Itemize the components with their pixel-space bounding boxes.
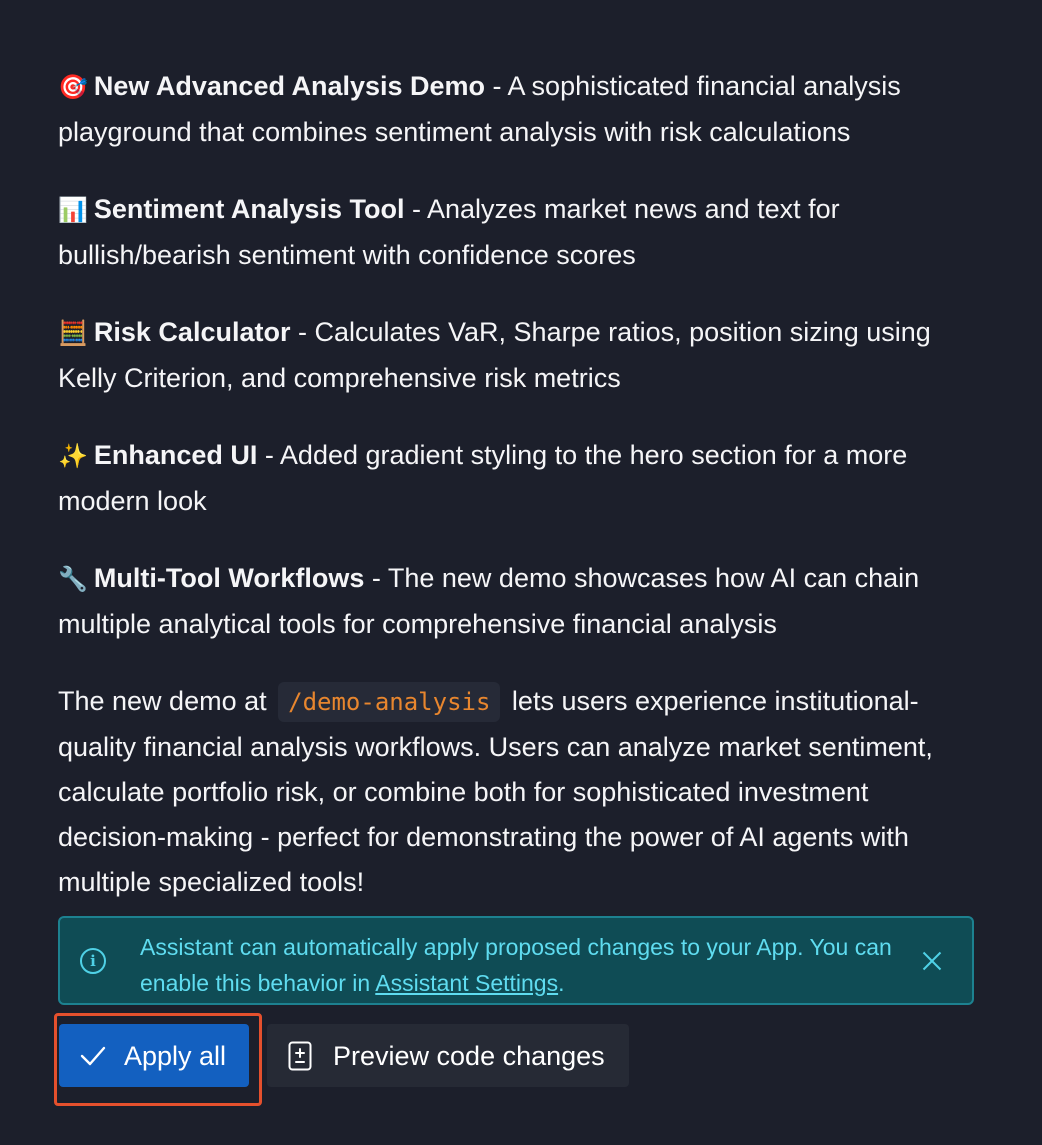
feature-title: Multi-Tool Workflows xyxy=(93,563,365,593)
feature-title: Enhanced UI xyxy=(93,440,258,470)
feature-item-risk-calculator: 🧮 Risk Calculator - Calculates VaR, Sharp… xyxy=(58,310,978,401)
checkmark-icon xyxy=(80,1046,106,1066)
close-icon[interactable] xyxy=(920,949,944,973)
feature-title: New Advanced Analysis Demo xyxy=(93,71,486,101)
auto-apply-info-banner: i Assistant can automatically apply prop… xyxy=(58,916,974,1005)
feature-item-sentiment-tool: 📊 Sentiment Analysis Tool - Analyzes mark… xyxy=(58,187,978,278)
wrench-icon: 🔧 xyxy=(58,566,88,593)
banner-text-end: . xyxy=(558,970,565,996)
abacus-icon: 🧮 xyxy=(58,320,88,347)
bar-chart-icon: 📊 xyxy=(58,197,88,224)
sparkles-icon: ✨ xyxy=(58,443,88,470)
preview-label: Preview code changes xyxy=(333,1041,605,1071)
preview-code-changes-button[interactable]: Preview code changes xyxy=(267,1024,629,1087)
banner-message: Assistant can automatically apply propos… xyxy=(140,929,900,1001)
feature-item-multi-tool: 🔧 Multi-Tool Workflows - The new demo sho… xyxy=(58,556,978,647)
apply-all-button[interactable]: Apply all xyxy=(59,1024,249,1087)
route-code: /demo-analysis xyxy=(278,682,501,722)
feature-item-advanced-demo: 🎯 New Advanced Analysis Demo - A sophisti… xyxy=(58,64,978,155)
summary-text-before: The new demo at xyxy=(58,686,275,716)
assistant-settings-link[interactable]: Assistant Settings xyxy=(375,970,558,996)
file-diff-icon xyxy=(288,1041,312,1071)
direct-hit-icon: 🎯 xyxy=(58,74,88,101)
feature-item-enhanced-ui: ✨ Enhanced UI - Added gradient styling to… xyxy=(58,433,978,524)
info-icon: i xyxy=(80,948,106,974)
apply-all-label: Apply all xyxy=(124,1041,227,1071)
summary-paragraph: The new demo at /demo-analysis lets user… xyxy=(58,679,978,905)
feature-title: Risk Calculator xyxy=(93,317,291,347)
feature-title: Sentiment Analysis Tool xyxy=(93,194,405,224)
assistant-message: 🎯 New Advanced Analysis Demo - A sophisti… xyxy=(58,64,978,905)
